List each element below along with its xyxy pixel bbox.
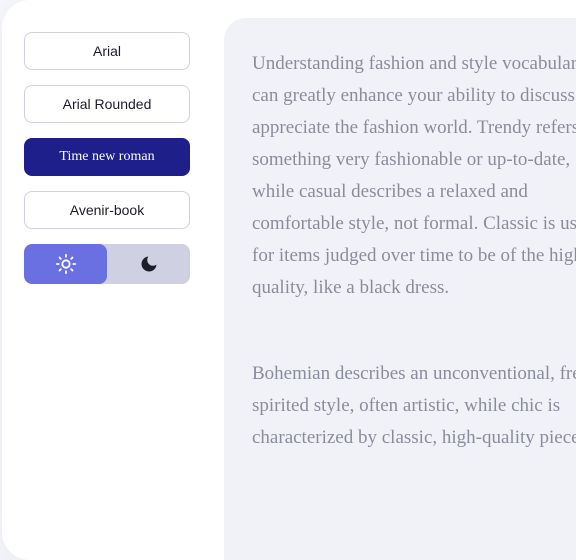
font-option-arial-rounded[interactable]: Arial Rounded [24, 85, 190, 123]
font-label: Arial [93, 43, 121, 59]
font-label: Arial Rounded [63, 96, 152, 112]
preview-text: Understanding fashion and style vocabula… [252, 48, 576, 454]
sun-icon [55, 253, 77, 275]
app-card: Arial Arial Rounded Time new roman Aveni… [2, 0, 576, 560]
font-option-arial[interactable]: Arial [24, 32, 190, 70]
font-label: Avenir-book [70, 202, 144, 218]
theme-toggle[interactable] [24, 244, 190, 284]
preview-paragraph-2: Bohemian describes an unconventional, fr… [252, 358, 576, 454]
font-option-avenir-book[interactable]: Avenir-book [24, 191, 190, 229]
preview-paragraph-1: Understanding fashion and style vocabula… [252, 48, 576, 304]
theme-dark-option[interactable] [107, 244, 190, 284]
moon-icon [139, 254, 159, 274]
theme-light-option[interactable] [24, 244, 107, 284]
font-sidebar: Arial Arial Rounded Time new roman Aveni… [24, 32, 190, 284]
font-option-times-new-roman[interactable]: Time new roman [24, 138, 190, 176]
text-preview-panel: Understanding fashion and style vocabula… [224, 18, 576, 560]
font-label: Time new roman [59, 149, 154, 165]
